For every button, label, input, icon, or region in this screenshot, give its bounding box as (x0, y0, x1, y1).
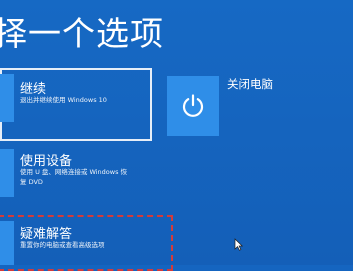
continue-tile (0, 74, 14, 122)
option-troubleshoot[interactable]: 疑难解答 重置你的电脑或查看高级选项 (0, 217, 172, 265)
page-title: 择一个选项 (0, 14, 164, 53)
option-continue[interactable]: 继续 退出并继续使用 Windows 10 (0, 70, 150, 139)
option-troubleshoot-description: 重置你的电脑或查看高级选项 (20, 241, 105, 249)
power-icon (182, 94, 204, 117)
option-use-device[interactable]: 使用设备 使用 U 盘、网络连接或 Windows 恢 复 DVD (0, 146, 152, 202)
power-tile (167, 76, 219, 136)
mouse-cursor-icon (234, 238, 243, 251)
option-turn-off[interactable]: 关闭电脑 (165, 72, 315, 138)
device-tile (0, 149, 14, 197)
troubleshoot-tile (0, 221, 14, 265)
option-device-description: 使用 U 盘、网络连接或 Windows 恢 复 DVD (20, 168, 128, 186)
option-turn-off-label: 关闭电脑 (227, 77, 273, 91)
option-continue-description: 退出并继续使用 Windows 10 (20, 96, 107, 104)
